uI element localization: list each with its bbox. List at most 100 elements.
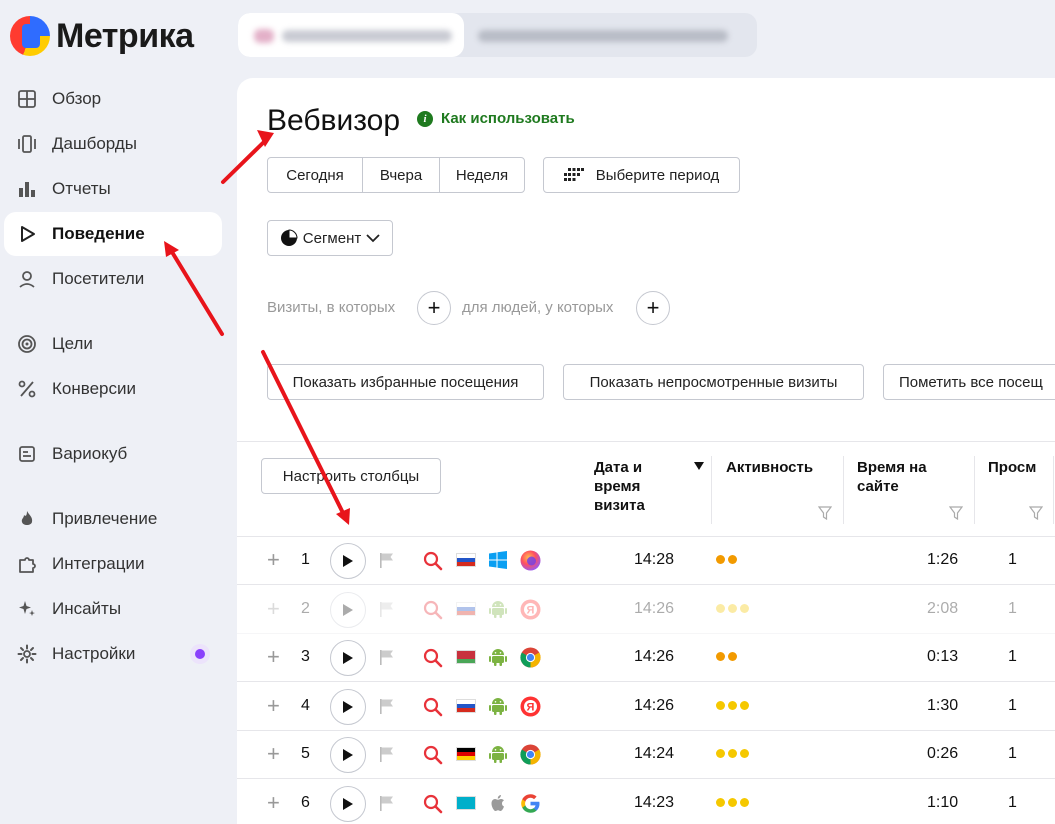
play-recording-button[interactable] — [330, 688, 366, 725]
table-row[interactable]: +4 Я 14:26 1:30 1 — [237, 683, 1055, 731]
column-header-activity[interactable]: Активность — [726, 458, 813, 477]
expand-row-button[interactable]: + — [267, 596, 280, 622]
visit-time: 14:28 — [634, 551, 675, 568]
expand-row-button[interactable]: + — [267, 693, 280, 719]
filter-funnel-icon[interactable] — [1029, 506, 1043, 520]
add-visit-filter-button[interactable]: + — [417, 291, 451, 325]
play-icon — [343, 555, 353, 567]
segment-button[interactable]: Сегмент — [267, 220, 393, 256]
search-icon[interactable] — [423, 551, 443, 571]
app-logo[interactable]: Метрика — [10, 14, 194, 58]
play-icon — [343, 749, 353, 761]
expand-row-button[interactable]: + — [267, 547, 280, 573]
sidebar-item-settings[interactable]: Настройки — [4, 632, 222, 676]
play-recording-button[interactable] — [330, 640, 366, 676]
flag-icon[interactable] — [379, 649, 395, 666]
info-icon: i — [417, 110, 433, 127]
sidebar-item-label: Инсайты — [52, 599, 122, 618]
row-number: 3 — [301, 648, 310, 665]
app-name: Метрика — [56, 16, 194, 55]
pie-chart-icon — [280, 229, 298, 246]
play-recording-button[interactable] — [330, 737, 366, 773]
sort-desc-icon[interactable] — [694, 462, 704, 470]
sidebar-item-dashboards[interactable]: Дашборды — [4, 122, 222, 166]
column-header-time-on-site[interactable]: Время на сайте — [857, 458, 927, 496]
flag-icon[interactable] — [379, 795, 395, 812]
search-icon[interactable] — [423, 697, 443, 717]
firefox-icon — [520, 550, 541, 571]
column-header-datetime[interactable]: Дата и время визита — [594, 458, 645, 515]
page-views: 1 — [1008, 696, 1017, 714]
sidebar-item-conversions[interactable]: Конверсии — [4, 367, 222, 411]
visit-time: 14:26 — [634, 599, 675, 617]
search-icon[interactable] — [423, 794, 443, 814]
sidebar-item-behavior[interactable]: Поведение — [4, 212, 222, 256]
expand-row-button[interactable]: + — [267, 741, 280, 767]
play-recording-button[interactable] — [330, 591, 366, 628]
period-selector: Сегодня Вчера Неделя — [267, 157, 525, 193]
visit-time: 14:24 — [634, 745, 675, 762]
filter-funnel-icon[interactable] — [818, 506, 832, 520]
android-icon — [488, 647, 508, 667]
show-favorites-button[interactable]: Показать избранные посещения — [267, 364, 544, 400]
activity-dot — [716, 749, 725, 758]
table-row[interactable]: +6 14:23 1:10 1 — [237, 780, 1055, 824]
counter-selector[interactable] — [238, 13, 757, 57]
sidebar-item-insights[interactable]: Инсайты — [4, 587, 222, 631]
column-separator — [711, 456, 712, 524]
sidebar-item-label: Конверсии — [52, 379, 136, 398]
sidebar-item-integrations[interactable]: Интеграции — [4, 542, 222, 586]
show-unwatched-button[interactable]: Показать непросмотренные визиты — [563, 364, 864, 400]
table-row[interactable]: +2 Я 14:26 2:08 1 — [237, 586, 1055, 634]
row-number: 6 — [301, 793, 310, 811]
sidebar-item-label: Обзор — [52, 89, 102, 108]
period-today-button[interactable]: Сегодня — [268, 158, 363, 192]
main-panel: Вебвизор i Как использовать Сегодня Вчер… — [237, 78, 1055, 824]
table-row[interactable]: +1 14:28 1:26 1 — [237, 537, 1055, 585]
activity-dot — [716, 555, 725, 564]
sidebar-item-overview[interactable]: Обзор — [4, 77, 222, 121]
expand-row-button[interactable]: + — [267, 644, 280, 670]
person-icon — [16, 268, 38, 290]
visit-time: 14:23 — [634, 793, 675, 811]
page-views: 1 — [1008, 793, 1017, 811]
filter-visits-label: Визиты, в которых — [267, 299, 396, 316]
flame-icon — [16, 508, 38, 530]
flag-icon[interactable] — [379, 698, 395, 715]
configure-columns-button[interactable]: Настроить столбцы — [261, 458, 441, 494]
flag-icon[interactable] — [379, 552, 395, 569]
table-row[interactable]: +5 14:24 0:26 1 — [237, 731, 1055, 779]
sidebar-item-reports[interactable]: Отчеты — [4, 167, 222, 211]
row-number: 4 — [301, 696, 310, 714]
how-to-use-link[interactable]: i Как использовать — [417, 110, 575, 127]
search-icon[interactable] — [423, 600, 443, 620]
search-icon[interactable] — [423, 648, 443, 668]
search-icon[interactable] — [423, 745, 443, 765]
android-icon — [488, 744, 508, 764]
column-header-views[interactable]: Просм — [988, 458, 1036, 477]
flag-icon[interactable] — [379, 601, 395, 618]
sidebar-item-goals[interactable]: Цели — [4, 322, 222, 366]
play-recording-button[interactable] — [330, 785, 366, 822]
filter-funnel-icon[interactable] — [949, 506, 963, 520]
mark-all-viewed-button[interactable]: Пометить все посещ — [883, 364, 1055, 400]
sidebar-item-label: Интеграции — [52, 554, 145, 573]
play-recording-button[interactable] — [330, 543, 366, 579]
expand-row-button[interactable]: + — [267, 790, 280, 816]
table-row[interactable]: +3 14:26 0:13 1 — [237, 634, 1055, 682]
target-icon — [16, 333, 38, 355]
period-yesterday-button[interactable]: Вчера — [363, 158, 440, 192]
sidebar-item-label: Вариокуб — [52, 444, 128, 463]
filter-people-label: для людей, у которых — [462, 299, 614, 316]
flag-icon[interactable] — [379, 746, 395, 763]
time-on-site: 0:13 — [927, 648, 959, 665]
counter-name-tab[interactable] — [238, 13, 464, 57]
add-people-filter-button[interactable]: + — [636, 291, 670, 325]
play-icon — [343, 652, 353, 664]
activity-dot — [716, 603, 725, 613]
sidebar-item-visitors[interactable]: Посетители — [4, 257, 222, 301]
choose-period-button[interactable]: Выберите период — [543, 157, 740, 193]
sidebar-item-acquisition[interactable]: Привлечение — [4, 497, 222, 541]
sidebar-item-variocube[interactable]: Вариокуб — [4, 432, 222, 476]
period-week-button[interactable]: Неделя — [440, 158, 524, 192]
